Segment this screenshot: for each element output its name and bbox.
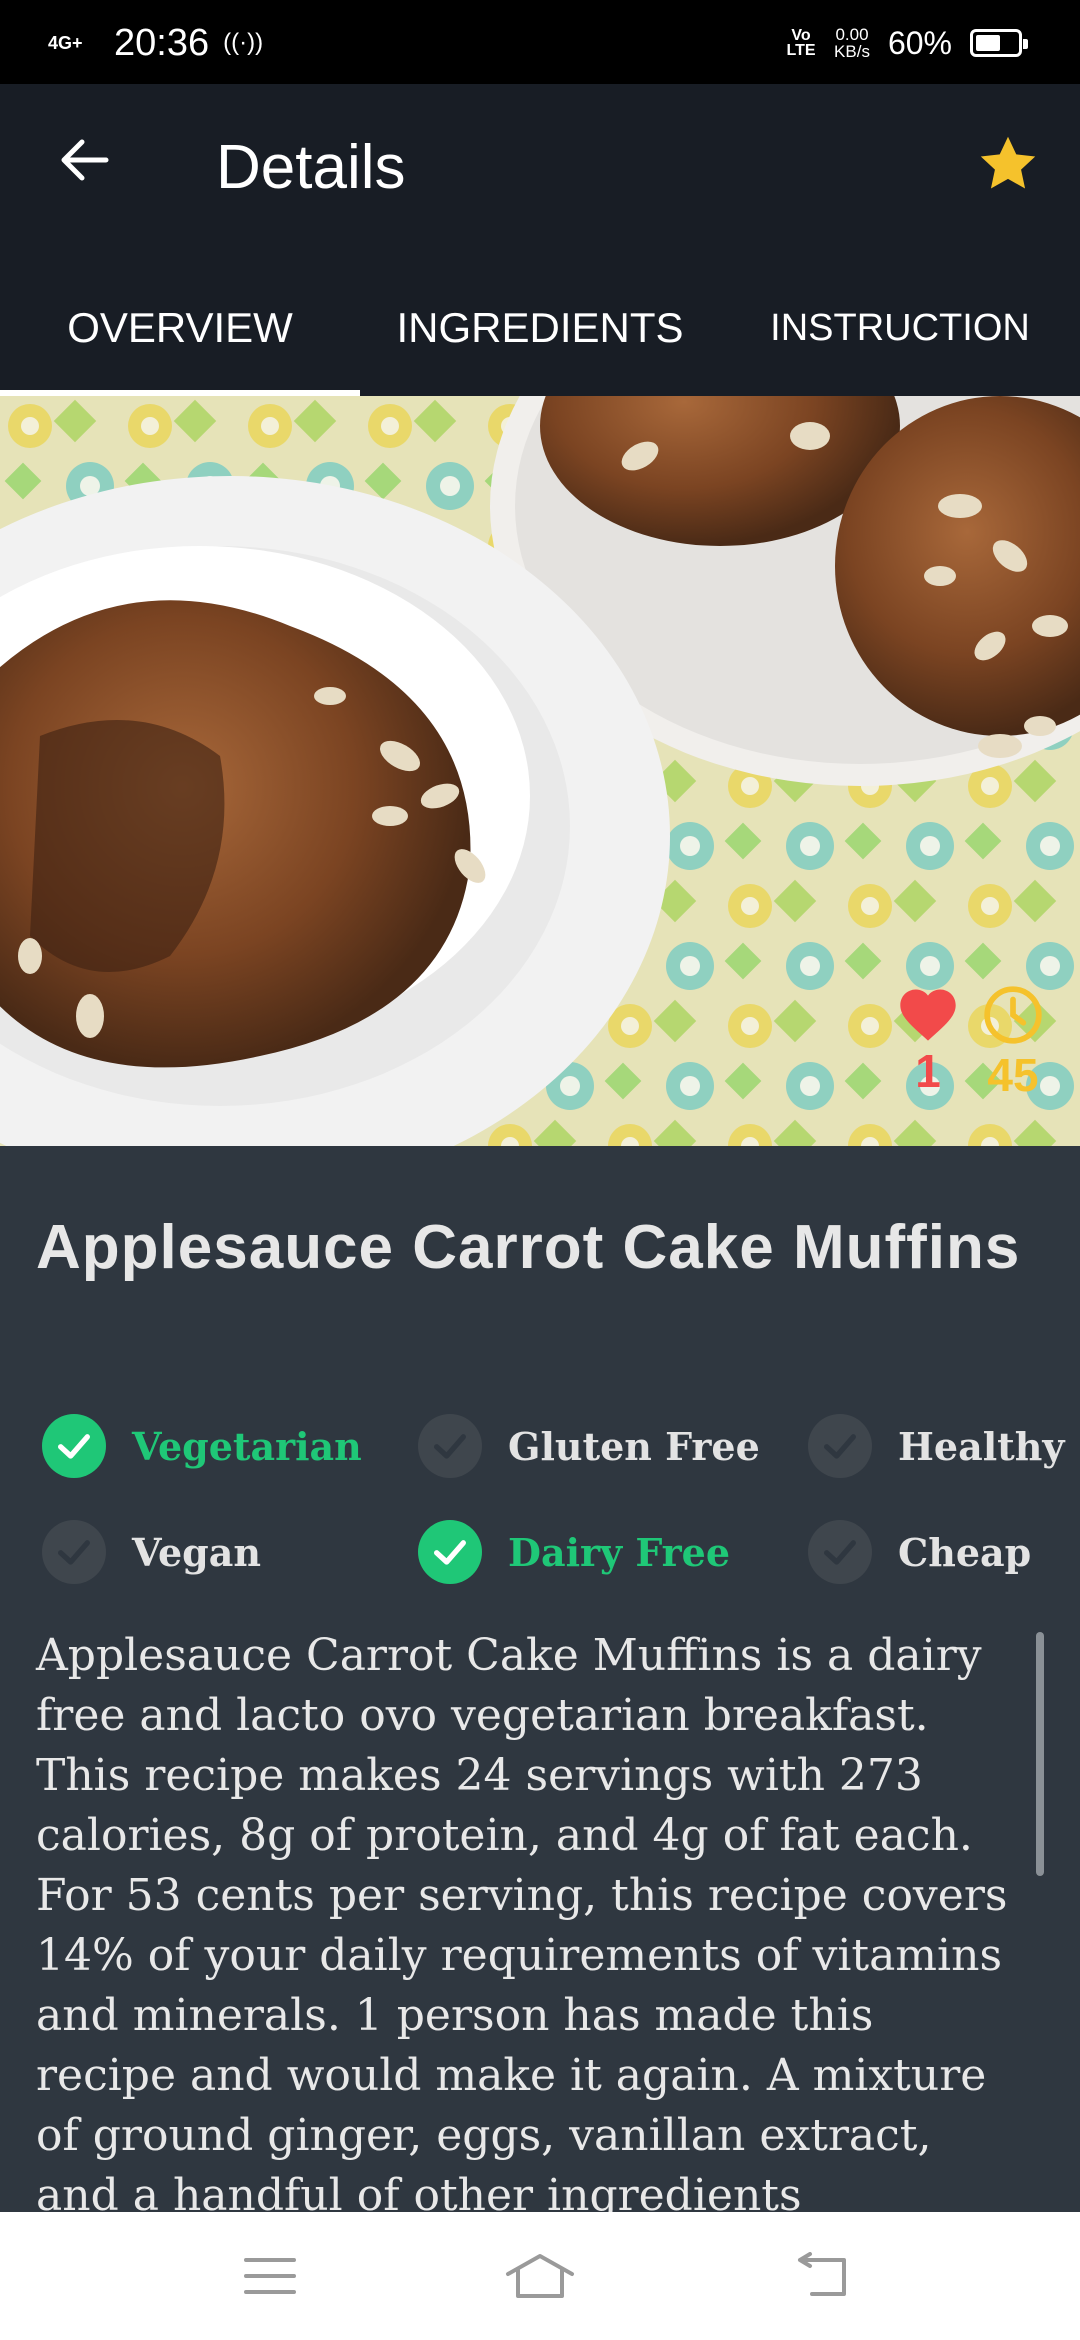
clock: 20:36 <box>114 21 210 64</box>
check-icon <box>42 1520 106 1584</box>
tab-bar: OVERVIEW INGREDIENTS INSTRUCTION <box>0 260 1080 396</box>
arrow-left-icon <box>61 139 109 181</box>
system-nav-bar <box>0 2212 1080 2340</box>
back-icon <box>798 2252 846 2296</box>
page-title: Details <box>216 133 406 202</box>
tab-overview[interactable]: OVERVIEW <box>0 260 360 396</box>
home-button[interactable] <box>480 2236 600 2316</box>
home-icon <box>506 2254 574 2298</box>
favorite-button[interactable] <box>968 124 1048 204</box>
battery-percent: 60% <box>887 24 952 61</box>
tag-dairy-free: Dairy Free <box>418 1520 730 1584</box>
summary-scrollbar[interactable] <box>1036 1632 1044 1876</box>
check-icon <box>808 1414 872 1478</box>
menu-icon <box>244 2258 296 2294</box>
back-button[interactable] <box>48 124 120 196</box>
status-bar: 4G+ 20:36 ((·)) Vo LTE 0.00 KB/s 60% <box>0 0 1080 84</box>
hotspot-icon: ((·)) <box>223 29 264 56</box>
speed-unit: KB/s <box>834 42 870 61</box>
check-icon <box>808 1520 872 1584</box>
tag-healthy: Healthy <box>808 1414 1064 1478</box>
heart-icon <box>900 989 956 1041</box>
tab-instruction[interactable]: INSTRUCTION <box>720 260 1080 396</box>
recipe-image: 1 45 <box>0 396 1080 1146</box>
clock-icon <box>984 986 1042 1044</box>
network-indicator: 4G+ <box>48 33 83 53</box>
tag-vegan: Vegan <box>42 1520 261 1584</box>
tag-gluten-free: Gluten Free <box>418 1414 760 1478</box>
recipe-title: Applesauce Carrot Cake Muffins <box>36 1213 1021 1282</box>
likes-stat: 1 <box>896 984 960 1098</box>
recipe-summary: Applesauce Carrot Cake Muffins is a dair… <box>36 1630 1008 2212</box>
star-icon <box>980 136 1036 189</box>
ready-time-stat: 45 <box>982 984 1044 1102</box>
ready-minutes: 45 <box>987 1049 1039 1101</box>
menu-button[interactable] <box>210 2236 330 2316</box>
battery-icon <box>970 29 1028 57</box>
app-bar: Details <box>0 84 1080 260</box>
tab-ingredients[interactable]: INGREDIENTS <box>360 260 720 396</box>
overview-content: Applesauce Carrot Cake Muffins Vegetaria… <box>0 1146 1080 2212</box>
network-speed: 0.00 KB/s <box>834 26 870 60</box>
tag-vegetarian: Vegetarian <box>42 1414 362 1478</box>
check-icon <box>418 1520 482 1584</box>
system-back-button[interactable] <box>762 2236 882 2316</box>
volte-indicator: Vo LTE <box>786 27 816 59</box>
check-icon <box>418 1414 482 1478</box>
check-icon <box>42 1414 106 1478</box>
tag-cheap: Cheap <box>808 1520 1031 1584</box>
likes-count: 1 <box>915 1045 941 1097</box>
